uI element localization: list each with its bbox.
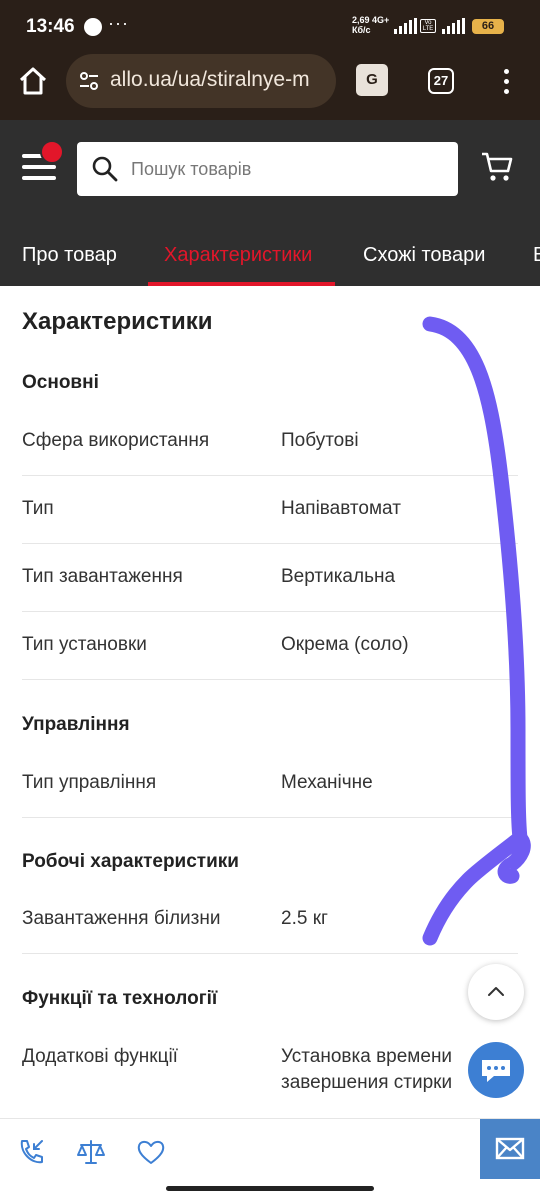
tab-about[interactable]: Про товар [22, 244, 117, 267]
home-icon[interactable] [16, 64, 50, 98]
network-speed: 2,69 4G+ Кб/с [352, 15, 389, 35]
browser-toolbar: allo.ua/ua/stiralnye-m G 27 [0, 54, 540, 120]
spec-row: Додаткові функції Установка времени заве… [22, 1024, 518, 1118]
specs-title: Характеристики [22, 308, 213, 335]
spec-value: 2.5 кг [281, 908, 328, 929]
address-bar[interactable]: allo.ua/ua/stiralnye-m [66, 54, 336, 108]
tab-next[interactable]: В [533, 244, 540, 267]
tab-characteristics[interactable]: Характеристики [164, 244, 312, 267]
spec-row: Тип Напівавтомат [22, 476, 518, 544]
heart-icon[interactable] [136, 1137, 166, 1167]
tabs-count-button[interactable]: 27 [428, 68, 454, 94]
gesture-bar[interactable] [166, 1186, 374, 1191]
chat-button[interactable] [468, 1042, 524, 1098]
translate-icon[interactable]: G [356, 64, 388, 96]
browser-menu-icon[interactable] [496, 66, 516, 98]
compare-scales-icon[interactable] [76, 1137, 106, 1167]
phone-callback-icon[interactable] [16, 1137, 46, 1167]
spec-row: Тип завантаження Вертикальна [22, 544, 518, 612]
signal-icon [394, 18, 417, 34]
tab-similar[interactable]: Схожі товари [363, 244, 485, 267]
spec-row: Сфера використання Побутові [22, 408, 518, 476]
network-type: 4G+ [372, 15, 390, 25]
status-bar: 13:46 ··· 2,69 4G+ Кб/с Vo LTE 66 [0, 0, 540, 54]
spec-value: Вертикальна [281, 566, 396, 587]
spec-row: Тип установки Окрема (соло) [22, 612, 518, 680]
spec-key: Тип управління [22, 772, 157, 793]
notification-dot [40, 140, 64, 164]
spec-row: Завантаження білизни 2.5 кг [22, 886, 518, 954]
search-box[interactable] [77, 142, 458, 196]
status-time: 13:46 [26, 16, 75, 37]
network-speed-value: 2,69 [352, 15, 370, 25]
spec-key: Тип [22, 498, 54, 519]
spec-value: Напівавтомат [281, 498, 401, 519]
site-settings-icon[interactable] [78, 70, 100, 92]
spec-key: Тип завантаження [22, 566, 183, 587]
mail-icon [495, 1137, 525, 1160]
group-title-functions: Функції та технології [22, 988, 218, 1009]
spec-key: Тип установки [22, 634, 147, 655]
spec-value: Установка времени завершения стирки [281, 1046, 453, 1093]
chat-icon [482, 1060, 510, 1082]
volte-icon: Vo LTE [420, 19, 436, 33]
search-input[interactable] [131, 142, 441, 196]
product-tabs: Про товар Характеристики Схожі товари В [0, 230, 540, 286]
network-speed-unit: Кб/с [352, 25, 371, 35]
signal-icon-2 [442, 18, 465, 34]
scroll-to-top-button[interactable] [468, 964, 524, 1020]
spec-key: Сфера використання [22, 430, 210, 451]
spec-key: Додаткові функції [22, 1046, 178, 1067]
battery-icon: 66 [472, 19, 504, 34]
cart-icon[interactable] [480, 150, 514, 184]
url-text: allo.ua/ua/stiralnye-m [110, 68, 310, 91]
page: 13:46 ··· 2,69 4G+ Кб/с Vo LTE 66 allo.u… [0, 0, 540, 1200]
search-icon[interactable] [91, 155, 119, 183]
group-title-basic: Основні [22, 372, 99, 393]
specs-section: Характеристики Основні Сфера використанн… [0, 286, 540, 1118]
spec-value: Механічне [281, 772, 373, 793]
chevron-up-icon [488, 987, 504, 996]
messenger-icon [84, 18, 102, 36]
spec-value: Побутові [281, 430, 359, 451]
site-header: Про товар Характеристики Схожі товари В [0, 120, 540, 286]
spec-row: Тип управління Механічне [22, 750, 518, 818]
spec-key: Завантаження білизни [22, 908, 221, 929]
group-title-performance: Робочі характеристики [22, 851, 239, 872]
group-title-control: Управління [22, 714, 130, 735]
mail-button[interactable] [480, 1119, 540, 1179]
status-more-icon: ··· [108, 13, 129, 33]
spec-value: Окрема (соло) [281, 634, 409, 655]
